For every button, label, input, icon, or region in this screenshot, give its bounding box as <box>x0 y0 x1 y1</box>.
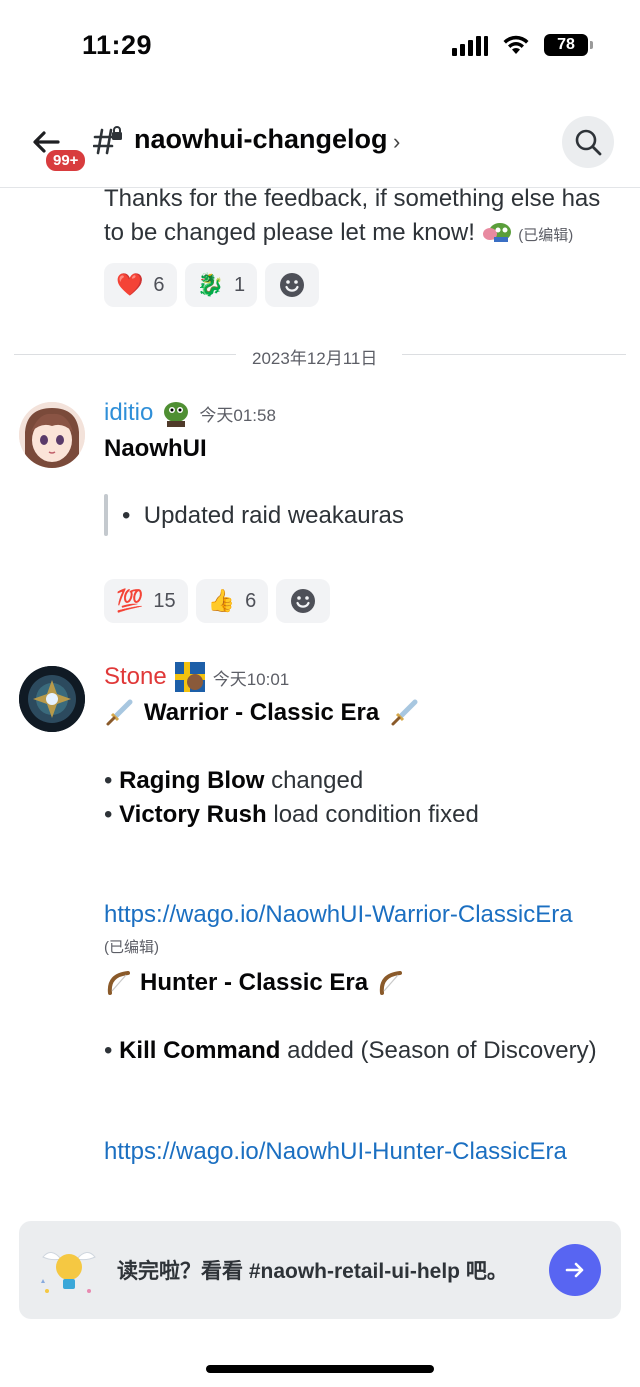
bullet-dot: • <box>104 1037 120 1064</box>
avatar[interactable] <box>19 402 85 468</box>
reaction-custom[interactable]: 🐉 1 <box>184 263 258 307</box>
hunter-heading: Hunter - Classic Era <box>104 966 404 1000</box>
smiley-add-icon <box>280 273 305 297</box>
reaction-count: 6 <box>153 273 165 296</box>
bullet-item: • Updated raid weakauras <box>122 499 404 533</box>
change-detail: changed <box>264 767 364 794</box>
change-detail: load condition fixed <box>266 801 479 828</box>
go-to-channel-button[interactable] <box>549 1244 601 1296</box>
bullet-dot: • <box>104 767 120 794</box>
thumbs-up-emoji-icon: 👍 <box>207 588 236 613</box>
date-label: 2023年12月11日 <box>252 349 378 368</box>
battery-level: 78 <box>557 36 575 53</box>
username[interactable]: Stone <box>104 663 167 691</box>
change-line: • Raging Blow changed <box>104 764 363 798</box>
unread-badge: 99+ <box>44 148 88 173</box>
sword-icon <box>391 699 418 726</box>
bullet-text: Updated raid weakauras <box>143 502 404 529</box>
lightbulb-wings-icon <box>41 1252 96 1293</box>
sword-icon <box>106 699 133 726</box>
prompt-text: 读完啦？看看 #naowh-retail-ui-help 吧。 <box>117 1260 508 1283</box>
pepe-badge-icon <box>161 398 191 428</box>
status-time: 11:29 <box>82 30 153 60</box>
reaction-count: 6 <box>245 589 257 612</box>
change-detail: added (Season of Discovery) <box>280 1037 597 1064</box>
dragon-emoji-icon: 🐉 <box>196 272 224 297</box>
status-bar: 11:29 78 <box>0 0 640 96</box>
edited-label: (已编辑) <box>104 939 159 956</box>
add-reaction-button[interactable] <box>276 579 331 623</box>
reaction-100[interactable]: 💯 15 <box>104 579 188 623</box>
search-icon <box>575 129 602 156</box>
reaction-count: 15 <box>153 589 176 612</box>
channel-name[interactable]: naowhui-changelog <box>134 124 388 155</box>
date-divider: 2023年12月11日 <box>14 344 626 368</box>
divider-line <box>402 354 626 355</box>
smiley-add-icon <box>291 589 316 613</box>
message-header: Stone 今天10:01 <box>104 662 289 692</box>
sweden-badge-icon <box>174 662 205 692</box>
locked-channel-icon <box>93 126 122 155</box>
edited-label: (已编辑) <box>518 227 574 244</box>
reactions-bar: ❤️ 6 🐉 1 <box>104 263 320 307</box>
battery-cap <box>590 41 593 49</box>
change-line: • Kill Command added (Season of Discover… <box>104 1034 597 1068</box>
message-body: Thanks for the feedback, if something el… <box>104 182 624 253</box>
chevron-right-icon[interactable]: › <box>393 129 400 155</box>
reaction-heart[interactable]: ❤️ 6 <box>104 263 177 307</box>
home-indicator[interactable] <box>206 1365 434 1373</box>
change-name: Raging Blow <box>119 767 265 794</box>
change-name: Kill Command <box>119 1037 281 1064</box>
username[interactable]: iditio <box>104 399 153 427</box>
bullet-dot: • <box>104 801 120 828</box>
timestamp: 今天01:58 <box>199 405 276 425</box>
next-channel-prompt[interactable]: 读完啦？看看 #naowh-retail-ui-help 吧。 <box>19 1221 621 1319</box>
timestamp: 今天10:01 <box>212 669 290 689</box>
battery-indicator: 78 <box>544 34 593 56</box>
reaction-thumbs-up[interactable]: 👍 6 <box>195 579 269 623</box>
warrior-heading: Warrior - Classic Era <box>104 696 419 730</box>
change-line: • Victory Rush load condition fixed <box>104 798 479 832</box>
avatar[interactable] <box>19 666 85 732</box>
message-title: NaowhUI <box>104 435 207 462</box>
blockquote-bar <box>104 494 108 536</box>
hundred-emoji-icon: 💯 <box>116 588 144 613</box>
pepe-emoji-icon <box>482 220 512 244</box>
wago-link-hunter[interactable]: https://wago.io/NaowhUI-Hunter-ClassicEr… <box>104 1138 567 1166</box>
cellular-signal-icon <box>452 34 488 56</box>
reaction-count: 1 <box>233 273 246 296</box>
add-reaction-button[interactable] <box>265 263 320 307</box>
warrior-title: Warrior - Classic Era <box>144 699 380 726</box>
divider-line <box>14 354 236 355</box>
wago-link-warrior[interactable]: https://wago.io/NaowhUI-Warrior-ClassicE… <box>104 901 573 929</box>
reactions-bar: 💯 15 👍 6 <box>104 579 331 623</box>
bow-icon <box>107 971 130 995</box>
heart-emoji-icon: ❤️ <box>116 272 144 297</box>
wifi-icon <box>503 35 529 54</box>
status-icons: 78 <box>452 34 593 56</box>
channel-header: 99+ naowhui-changelog › <box>0 96 640 188</box>
bow-icon <box>379 971 403 995</box>
message-header: iditio 今天01:58 <box>104 398 276 428</box>
hunter-title: Hunter - Classic Era <box>140 969 369 996</box>
arrow-right-icon <box>565 1262 584 1278</box>
search-button[interactable] <box>562 116 614 168</box>
change-name: Victory Rush <box>119 801 267 828</box>
bullet-dot: • <box>122 502 144 529</box>
